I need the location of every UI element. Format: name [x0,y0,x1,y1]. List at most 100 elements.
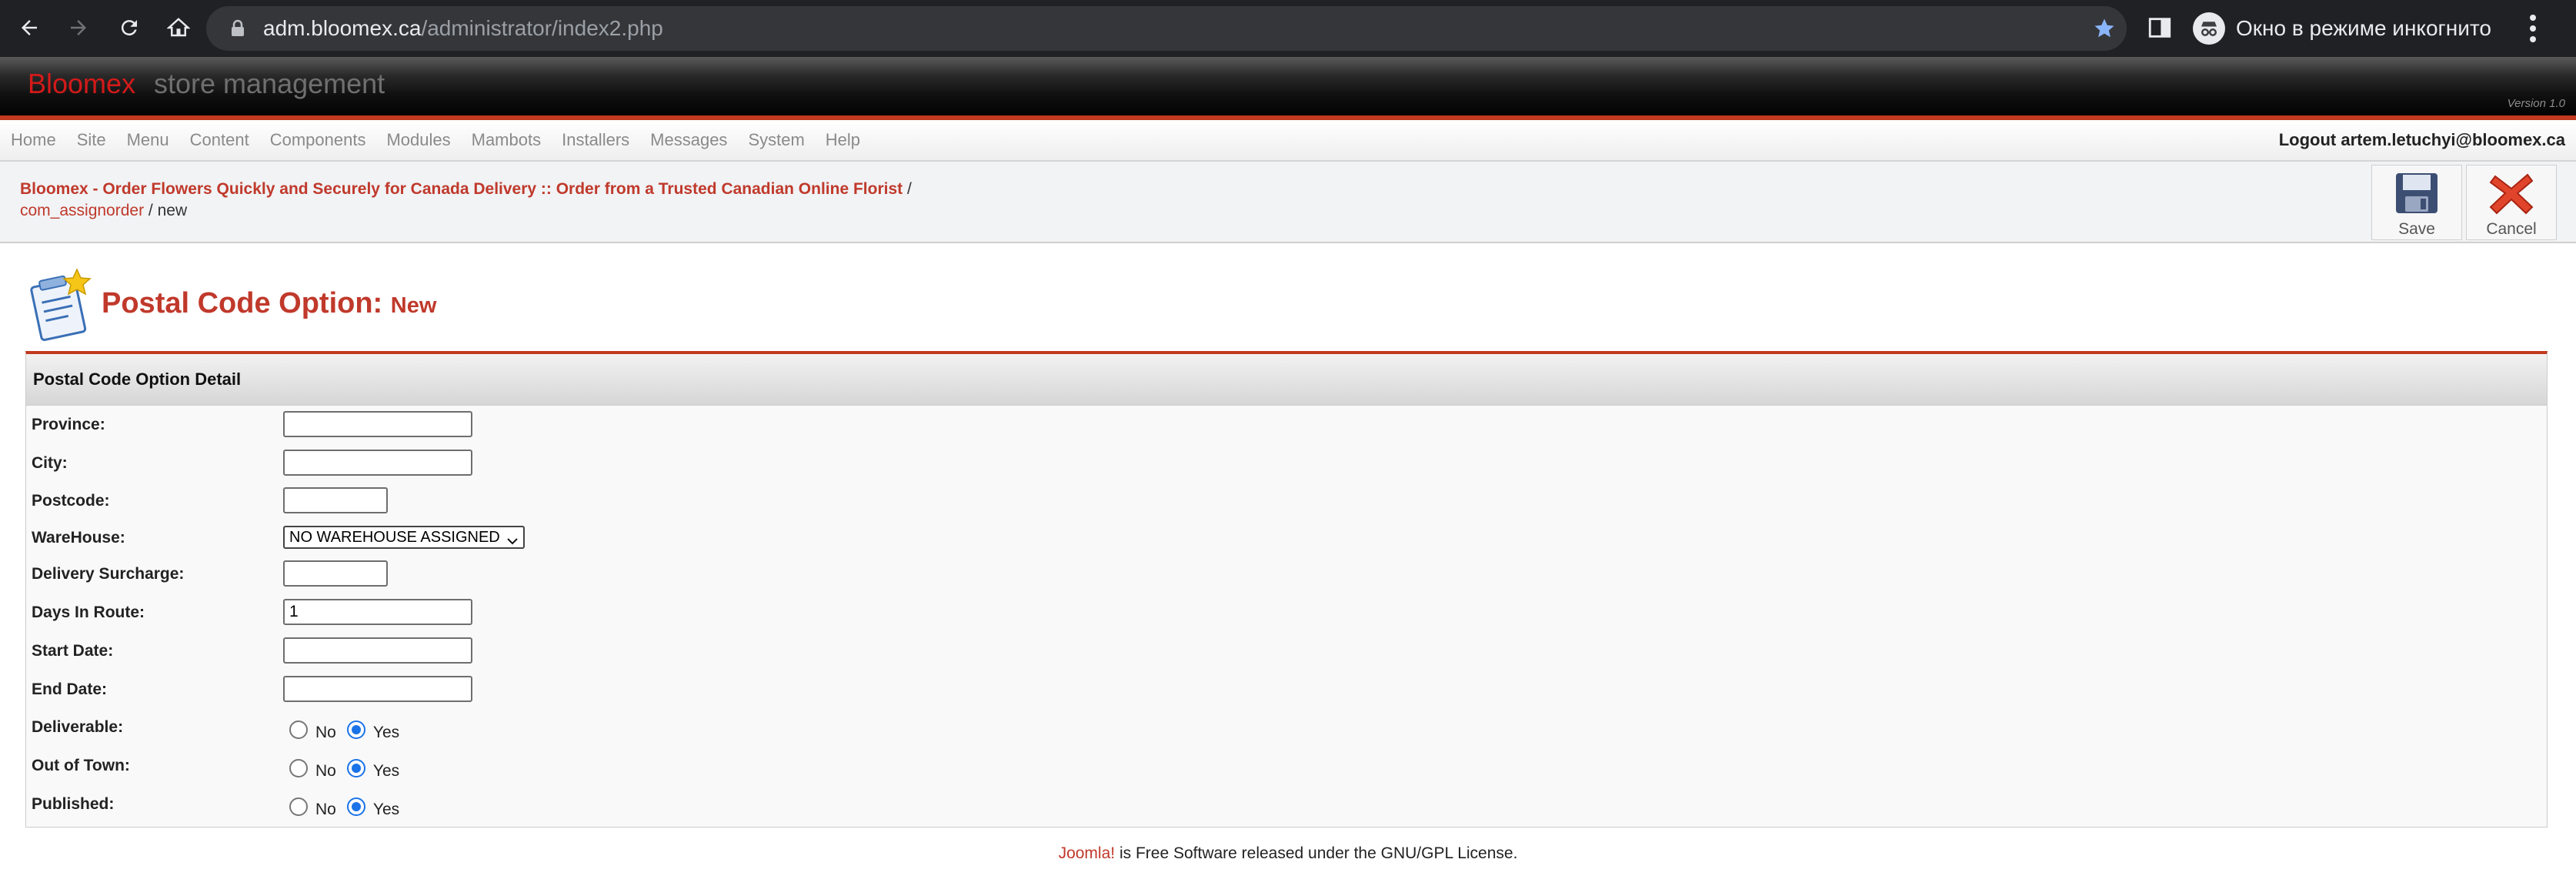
menu-item-content[interactable]: Content [190,130,249,150]
chevron-down-icon [506,532,519,552]
warehouse-select[interactable]: NO WAREHOUSE ASSIGNED [283,526,525,549]
page-title: Postal Code Option: New [102,287,436,320]
lock-icon[interactable] [229,19,246,42]
postal-code-form: Postal Code Option Detail Province: City… [25,351,2548,828]
incognito-icon [2193,12,2225,45]
city-row: City: [26,446,2547,480]
home-icon[interactable] [162,11,195,45]
published-no-label: No [315,801,336,818]
menu-item-menu[interactable]: Menu [127,130,169,150]
menu-item-help[interactable]: Help [826,130,860,150]
version-label: Version 1.0 [2507,97,2565,110]
province-row: Province: [26,408,2547,442]
menu-item-mambots[interactable]: Mambots [472,130,541,150]
out-of-town-no-radio[interactable] [289,759,308,777]
browser-toolbar: adm.bloomex.ca/administrator/index2.php … [0,0,2576,57]
article-icon [29,268,94,345]
menu-item-installers[interactable]: Installers [562,130,629,150]
menu-item-messages[interactable]: Messages [650,130,727,150]
start-date-row: Start Date: [26,634,2547,668]
warehouse-row: WareHouse: NO WAREHOUSE ASSIGNED [26,521,2547,555]
deliverable-no-radio[interactable] [289,721,308,739]
forward-icon[interactable] [62,11,95,45]
deliverable-yes-radio[interactable] [346,721,365,739]
deliverable-row: Deliverable: No Yes [26,710,2547,744]
save-icon [2372,172,2461,219]
postcode-label: Postcode: [32,492,110,510]
pathway-bar: Bloomex - Order Flowers Quickly and Secu… [0,162,2576,243]
warehouse-label: WareHouse: [32,529,125,547]
logout-link[interactable]: Logout artem.letuchyi@bloomex.ca [2279,120,2565,160]
city-input[interactable] [283,450,472,476]
panel-title: Postal Code Option Detail [26,354,2547,406]
published-label: Published: [32,795,115,813]
days-in-route-input[interactable] [283,599,472,625]
breadcrumb-component-link[interactable]: com_assignorder [20,202,144,219]
footer-license-text: is Free Software released under the GNU/… [1115,844,1518,862]
breadcrumb-site-link[interactable]: Bloomex - Order Flowers Quickly and Secu… [20,180,903,198]
page-title-text: Postal Code Option: [102,287,383,319]
start-date-input[interactable] [283,637,472,664]
menu-item-modules[interactable]: Modules [386,130,450,150]
save-button[interactable]: Save [2371,165,2462,240]
brand-subtitle: store management [154,68,385,99]
out-of-town-label: Out of Town: [32,757,130,774]
deliverable-yes-label: Yes [372,724,400,741]
city-label: City: [32,454,68,472]
out-of-town-radio-group: No Yes [289,757,410,780]
back-icon[interactable] [12,11,46,45]
days-in-route-row: Days In Route: [26,596,2547,630]
deliverable-radio-group: No Yes [289,718,410,741]
warehouse-selected-value: NO WAREHOUSE ASSIGNED [289,529,500,546]
published-no-radio[interactable] [289,797,308,816]
out-of-town-yes-radio[interactable] [346,759,365,777]
cancel-button[interactable]: Cancel [2466,165,2557,240]
end-date-input[interactable] [283,676,472,702]
save-label: Save [2398,220,2435,238]
end-date-row: End Date: [26,673,2547,707]
menu-item-components[interactable]: Components [270,130,366,150]
start-date-label: Start Date: [32,642,114,660]
surcharge-row: Delivery Surcharge: [26,557,2547,591]
incognito-indicator[interactable]: Окно в режиме инкогнито [2193,12,2491,45]
url-host: adm.bloomex.ca [263,16,422,40]
url-text: adm.bloomex.ca/administrator/index2.php [263,6,663,51]
province-label: Province: [32,416,105,433]
breadcrumb: Bloomex - Order Flowers Quickly and Secu… [20,179,912,222]
side-panel-icon[interactable] [2147,14,2173,45]
published-row: Published: No Yes [26,787,2547,821]
published-yes-radio[interactable] [346,797,365,816]
page-subtitle: New [390,293,437,318]
deliverable-label: Deliverable: [32,718,124,736]
published-yes-label: Yes [372,801,400,818]
postcode-row: Postcode: [26,484,2547,518]
published-radio-group: No Yes [289,795,410,818]
url-path: /administrator/index2.php [421,16,663,40]
postcode-input[interactable] [283,487,388,513]
address-bar[interactable]: adm.bloomex.ca/administrator/index2.php [206,6,2127,51]
menu-items: Home Site Menu Content Components Module… [11,120,881,160]
more-icon[interactable] [2528,13,2538,48]
menu-item-site[interactable]: Site [77,130,106,150]
cancel-icon [2467,172,2556,219]
out-of-town-row: Out of Town: No Yes [26,749,2547,783]
breadcrumb-current: / new [144,202,188,219]
days-in-route-label: Days In Route: [32,604,145,621]
deliverable-no-label: No [315,724,336,741]
cancel-label: Cancel [2486,220,2537,238]
out-of-town-no-label: No [315,762,336,780]
province-input[interactable] [283,411,472,437]
surcharge-input[interactable] [283,560,388,587]
end-date-label: End Date: [32,680,108,698]
breadcrumb-separator: / [903,180,912,198]
reload-icon[interactable] [112,11,146,45]
out-of-town-yes-label: Yes [372,762,400,780]
joomla-link[interactable]: Joomla! [1059,844,1116,862]
admin-menubar: Home Site Menu Content Components Module… [0,120,2576,162]
star-icon[interactable] [2093,17,2116,44]
surcharge-label: Delivery Surcharge: [32,565,185,583]
footer: Joomla! is Free Software released under … [0,844,2576,863]
menu-item-home[interactable]: Home [11,130,56,150]
incognito-label: Окно в режиме инкогнито [2236,16,2491,40]
menu-item-system[interactable]: System [748,130,804,150]
